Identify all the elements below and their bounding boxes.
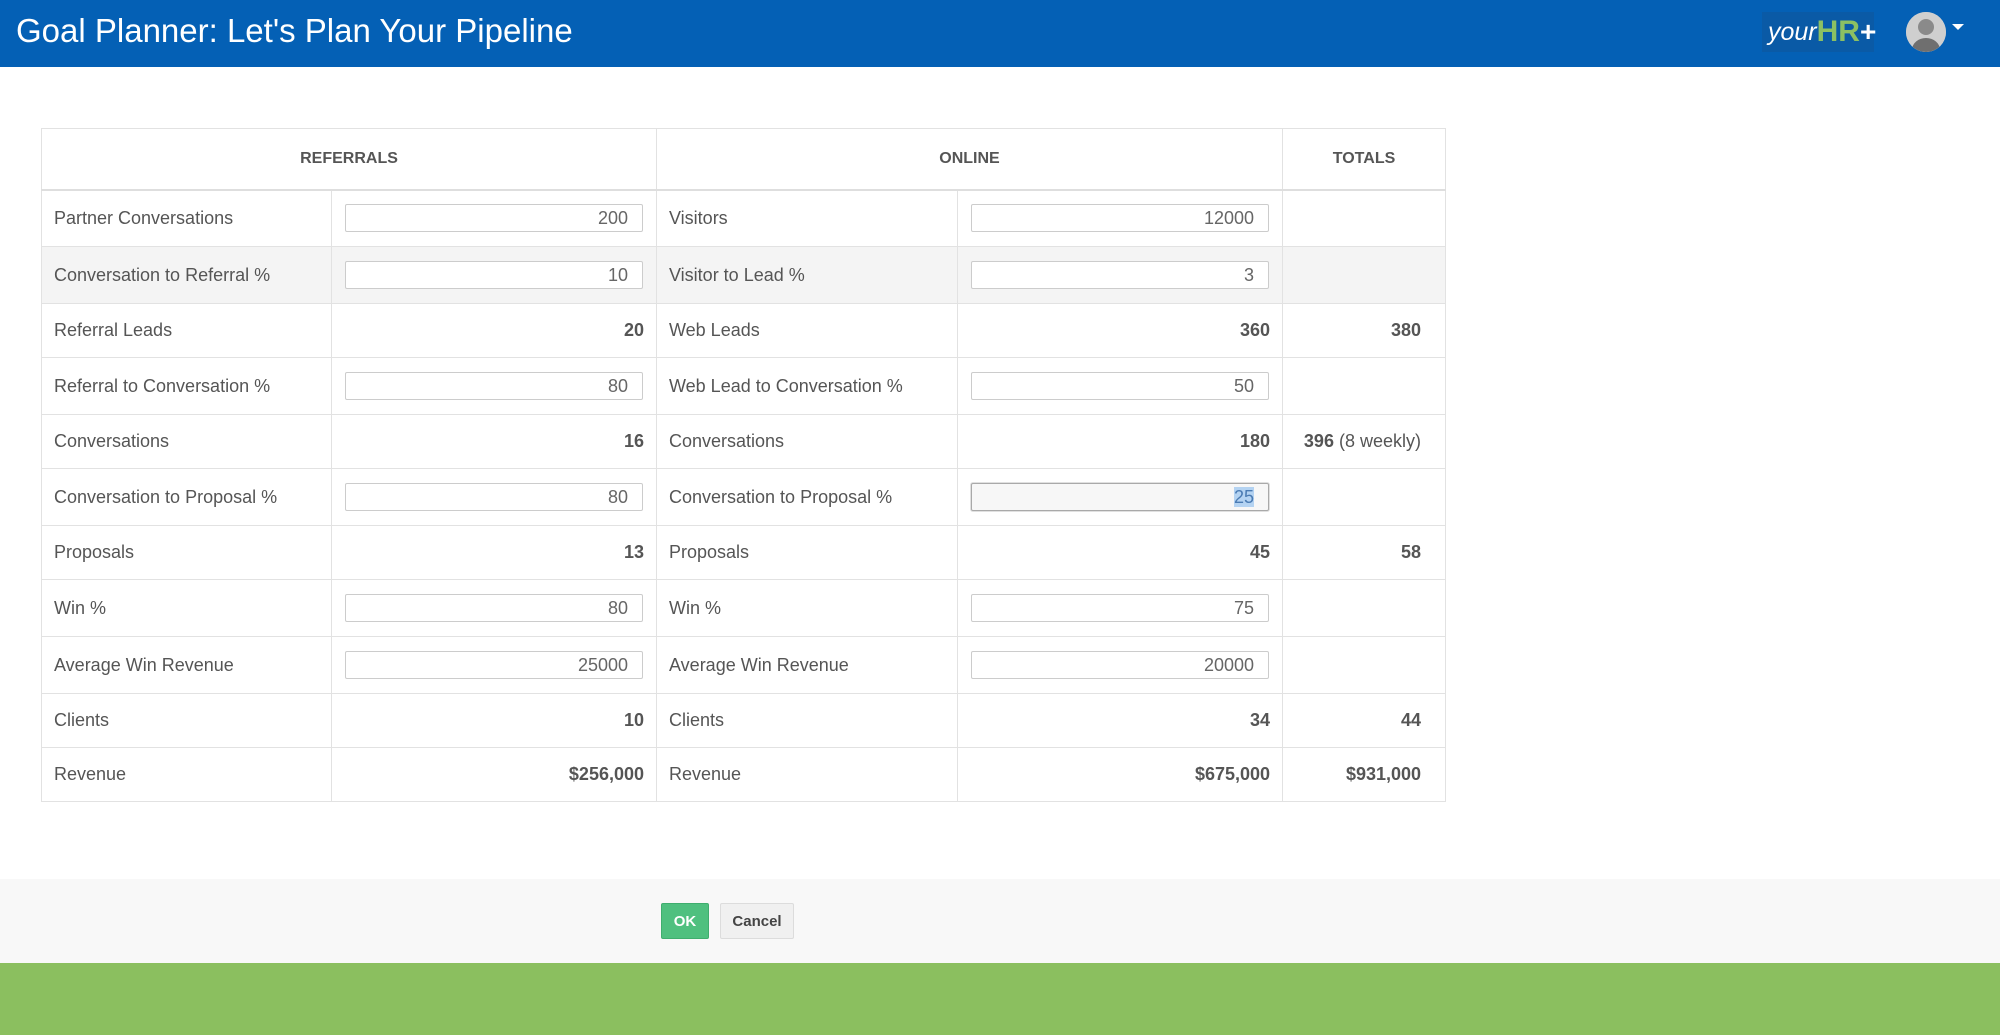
- cancel-button[interactable]: Cancel: [720, 903, 794, 939]
- table-row: Proposals 13 Proposals 45 58: [41, 525, 1447, 580]
- referral-row-label: Win %: [41, 579, 332, 637]
- online-row-label: Proposals: [656, 525, 958, 580]
- referral-win-percent-input[interactable]: 80: [345, 594, 643, 622]
- user-avatar[interactable]: [1906, 12, 1946, 52]
- online-row-label: Win %: [656, 579, 958, 637]
- total-cell: [1282, 246, 1447, 304]
- referral-row-label: Partner Conversations: [41, 189, 332, 247]
- table-row: Revenue $256,000 Revenue $675,000 $931,0…: [41, 747, 1447, 802]
- conversations-total-value: 396: [1303, 431, 1334, 451]
- goal-planner-table: REFERRALS ONLINE TOTALS Partner Conversa…: [41, 128, 1447, 802]
- table-row: Referral to Conversation % 80 Web Lead t…: [41, 357, 1447, 415]
- table-row: Average Win Revenue 25000 Average Win Re…: [41, 636, 1447, 694]
- referral-row-label: Conversation to Proposal %: [41, 468, 332, 526]
- visitors-input[interactable]: 12000: [971, 204, 1270, 233]
- proposals-total: 58: [1282, 525, 1447, 580]
- leads-total: 380: [1282, 303, 1447, 358]
- web-leads-value: 360: [956, 303, 1284, 358]
- online-win-percent-input[interactable]: 75: [971, 594, 1270, 622]
- online-row-label: Visitor to Lead %: [656, 246, 958, 304]
- visitor-to-lead-input[interactable]: 3: [971, 261, 1270, 289]
- online-proposals-value: 45: [956, 525, 1284, 580]
- online-row-label: Clients: [656, 693, 958, 748]
- totals-header: TOTALS: [1282, 128, 1447, 191]
- referral-row-label: Conversation to Referral %: [41, 246, 332, 304]
- referral-conversation-to-proposal-input[interactable]: 80: [345, 483, 643, 511]
- table-row: Referral Leads 20 Web Leads 360 380: [41, 303, 1447, 358]
- conversations-weekly: (8 weekly): [1338, 431, 1422, 451]
- total-cell: [1282, 468, 1447, 526]
- referral-row-label: Proposals: [41, 525, 332, 580]
- conversation-to-referral-input[interactable]: 10: [345, 261, 643, 289]
- total-cell: [1282, 636, 1447, 694]
- online-conversation-to-proposal-input[interactable]: 25: [971, 483, 1270, 511]
- chevron-down-icon[interactable]: [1952, 24, 1964, 30]
- referral-proposals-value: 13: [331, 525, 657, 580]
- brand-logo-your: your: [1768, 17, 1817, 46]
- online-average-win-revenue-input[interactable]: 20000: [971, 651, 1270, 679]
- table-row: Win % 80 Win % 75: [41, 579, 1447, 637]
- top-bar: Goal Planner: Let's Plan Your Pipeline y…: [0, 0, 2000, 67]
- referral-row-label: Average Win Revenue: [41, 636, 332, 694]
- selected-text: 25: [1233, 487, 1255, 507]
- web-lead-to-conversation-input[interactable]: 50: [971, 372, 1270, 400]
- referral-row-label: Revenue: [41, 747, 332, 802]
- online-row-label: Conversations: [656, 414, 958, 469]
- partner-conversations-input[interactable]: 200: [345, 204, 643, 233]
- user-avatar-icon: [1906, 12, 1946, 52]
- table-row: Partner Conversations 200 Visitors 12000: [41, 189, 1447, 247]
- conversations-total: 396 (8 weekly): [1282, 414, 1447, 469]
- referral-row-label: Clients: [41, 693, 332, 748]
- table-row: Conversations 16 Conversations 180 396 (…: [41, 414, 1447, 469]
- online-row-label: Web Leads: [656, 303, 958, 358]
- online-row-label: Conversation to Proposal %: [656, 468, 958, 526]
- brand-logo[interactable]: your HR +: [1762, 12, 1877, 52]
- online-clients-value: 34: [956, 693, 1284, 748]
- referral-row-label: Referral Leads: [41, 303, 332, 358]
- online-row-label: Web Lead to Conversation %: [656, 357, 958, 415]
- online-conversations-value: 180: [956, 414, 1284, 469]
- table-row: Conversation to Referral % 10 Visitor to…: [41, 246, 1447, 304]
- total-cell: [1282, 189, 1447, 247]
- online-row-label: Average Win Revenue: [656, 636, 958, 694]
- referral-average-win-revenue-input[interactable]: 25000: [345, 651, 643, 679]
- table-row: Conversation to Proposal % 80 Conversati…: [41, 468, 1447, 526]
- referral-to-conversation-input[interactable]: 80: [345, 372, 643, 400]
- total-cell: [1282, 579, 1447, 637]
- referral-row-label: Referral to Conversation %: [41, 357, 332, 415]
- online-revenue-value: $675,000: [956, 747, 1284, 802]
- clients-total: 44: [1282, 693, 1447, 748]
- referral-leads-value: 20: [331, 303, 657, 358]
- online-row-label: Visitors: [656, 189, 958, 247]
- brand-logo-hr: HR: [1816, 15, 1860, 48]
- page-title: Goal Planner: Let's Plan Your Pipeline: [16, 12, 573, 49]
- online-header: ONLINE: [655, 128, 1284, 191]
- brand-logo-plus: +: [1859, 16, 1877, 47]
- referral-conversations-value: 16: [331, 414, 657, 469]
- referral-clients-value: 10: [331, 693, 657, 748]
- footer-band: [0, 963, 2000, 1035]
- referrals-header: REFERRALS: [41, 128, 657, 191]
- revenue-total: $931,000: [1282, 747, 1447, 802]
- referral-row-label: Conversations: [41, 414, 332, 469]
- referral-revenue-value: $256,000: [331, 747, 657, 802]
- table-row: Clients 10 Clients 34 44: [41, 693, 1447, 748]
- online-row-label: Revenue: [656, 747, 958, 802]
- total-cell: [1282, 357, 1447, 415]
- ok-button[interactable]: OK: [661, 903, 709, 939]
- action-bar: [0, 879, 2000, 963]
